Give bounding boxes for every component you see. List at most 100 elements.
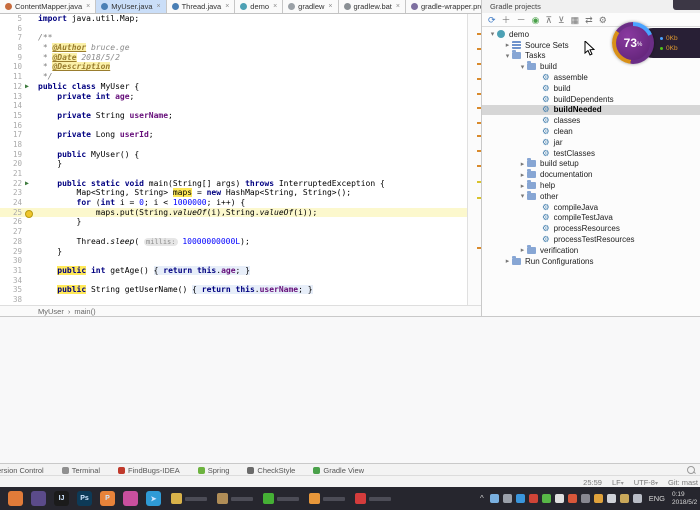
photoshop-icon[interactable]: Ps [77,491,92,506]
tree-row-processtestresources[interactable]: ⚙ processTestResources [482,234,700,245]
breadcrumb-method[interactable]: main() [74,307,95,316]
code-line[interactable]: 13 private int age; [0,92,467,102]
code-line[interactable]: 8 * @Author bruce.ge [0,43,467,53]
toolwindow-button-gradle-view[interactable]: Gradle View [313,466,364,475]
tree-row-help[interactable]: ▸ help [482,180,700,191]
code-line[interactable]: 14 [0,101,467,111]
tab-close-icon[interactable]: × [157,3,161,10]
tray-green-icon[interactable] [541,494,551,503]
code-line[interactable]: 31 public int getAge() { return this.age… [0,265,467,276]
run-gutter-icon[interactable]: ▶ [25,82,35,92]
tree-row-documentation[interactable]: ▸ documentation [482,169,700,180]
paint-app-icon[interactable] [123,491,138,506]
tree-chevron-icon[interactable]: ▾ [518,63,527,71]
toolwindow-button-checkstyle[interactable]: CheckStyle [247,466,295,475]
intellij-idea-icon[interactable]: IJ [54,491,69,506]
code-line[interactable]: 18 [0,140,467,150]
code-line[interactable]: 35 public String getUserName() { return … [0,285,467,295]
tree-row-buildneeded[interactable]: ⚙ buildNeeded [482,104,700,116]
tree-chevron-icon[interactable]: ▸ [518,171,527,179]
code-editor[interactable]: 5 import java.util.Map; 6 7/** 8 * @Author b… [0,14,467,305]
code-line[interactable]: 21 [0,169,467,179]
tree-row-jar[interactable]: ⚙ jar [482,137,700,148]
browser-app-icon[interactable] [31,491,46,506]
code-line[interactable]: 5 import java.util.Map; [0,14,467,24]
code-line[interactable]: 17 private Long userId; [0,130,467,140]
code-line[interactable]: 25 maps.put(String.valueOf(i),String.val… [0,207,467,218]
settings-icon[interactable]: ⚙ [599,14,607,26]
code-line[interactable]: 26 } [0,217,467,227]
code-line[interactable]: 28 Thread.sleep( millis: 10000000000L); [0,237,467,247]
telegram-icon[interactable]: ➤ [146,491,161,506]
tree-chevron-icon[interactable]: ▾ [503,52,512,60]
folder-window-button[interactable] [171,493,207,504]
tab-close-icon[interactable]: × [273,3,277,10]
code-line[interactable]: 6 [0,24,467,34]
code-line[interactable]: 10 * @Description [0,62,467,72]
toolwindow-button-terminal[interactable]: Terminal [61,466,100,475]
editor-tab[interactable]: ContentMapper.java × [0,0,97,13]
cursor-position[interactable]: 25:59 [583,478,602,487]
toolwindow-button-findbugs-idea[interactable]: FindBugs-IDEA [118,466,180,475]
tree-row-build[interactable]: ⚙ build [482,83,700,94]
red-app-window-button[interactable] [355,493,391,504]
tray-penguin-icon[interactable] [567,494,577,503]
tray-windows-icon[interactable] [515,494,525,503]
net-speed-widget[interactable]: 0Kb 0Kb 73% [612,22,700,64]
tree-chevron-icon[interactable]: ▾ [518,192,527,200]
tree-row-processresources[interactable]: ⚙ processResources [482,223,700,234]
orange-app-window-button[interactable] [309,493,345,504]
code-line[interactable]: 22 ▶ public static void main(String[] arg… [0,179,467,189]
tree-chevron-icon[interactable]: ▸ [518,182,527,190]
code-line[interactable]: 11 */ [0,72,467,82]
vcs-branch[interactable]: Git: mast [668,478,698,487]
code-line[interactable]: 38 [0,295,467,305]
toolwindow-button-ersion-control[interactable]: ersion Control [0,466,44,475]
module-icon[interactable]: ▦ [571,14,580,26]
breadcrumb-class[interactable]: MyUser [38,307,64,316]
code-line[interactable]: 12 ▶ public class MyUser { [0,82,467,92]
code-line[interactable]: 24 for (int i = 0; i < 1000000; i++) { [0,198,467,208]
expand-all-icon[interactable]: ⊻ [558,14,565,26]
editor-tab[interactable]: Thread.java × [166,0,236,13]
tree-row-compilejava[interactable]: ⚙ compileJava [482,202,700,213]
tree-row-builddependents[interactable]: ⚙ buildDependents [482,94,700,105]
app-window-button[interactable] [217,493,253,504]
colorful-app-icon[interactable] [8,491,23,506]
code-line[interactable]: 29 } [0,247,467,257]
tree-row-other[interactable]: ▾ other [482,190,700,202]
remove-icon[interactable]: － [517,14,526,26]
tree-chevron-icon[interactable]: ▾ [488,30,497,38]
tray-red-icon[interactable] [528,494,538,503]
tree-chevron-icon[interactable]: ▸ [503,257,512,265]
tree-row-classes[interactable]: ⚙ classes [482,115,700,126]
taskbar-clock[interactable]: 0:19 2018/5/2 [672,491,698,506]
tray-white-icon[interactable] [554,494,564,503]
language-indicator[interactable]: ENG [649,494,665,503]
percent-badge[interactable]: 73% [616,26,650,60]
code-line[interactable]: 16 [0,121,467,131]
code-line[interactable]: 27 [0,227,467,237]
tray-plane-icon[interactable] [489,494,499,503]
tab-close-icon[interactable]: × [328,3,332,10]
tray-folder-icon[interactable] [619,494,629,503]
tray-speaker-icon[interactable] [606,494,616,503]
detach-icon[interactable]: ⇄ [585,14,593,26]
code-line[interactable]: 34 [0,276,467,286]
tray-gray-icon[interactable] [580,494,590,503]
tray-keyboard-icon[interactable] [632,494,642,503]
tree-row-clean[interactable]: ⚙ clean [482,126,700,137]
collapse-all-icon[interactable]: ⊼ [545,14,552,26]
code-line[interactable]: 20 } [0,159,467,169]
tree-chevron-icon[interactable]: ▸ [503,41,512,49]
toolwindow-button-spring[interactable]: Spring [197,466,229,475]
run-gutter-icon[interactable]: ▶ [25,179,35,189]
search-icon[interactable] [687,465,696,475]
tree-row-run-configurations[interactable]: ▸ Run Configurations [482,255,700,267]
editor-error-stripe[interactable] [467,14,482,305]
wechat-window-button[interactable] [263,493,299,504]
tree-row-assemble[interactable]: ⚙ assemble [482,72,700,83]
tree-row-build-setup[interactable]: ▸ build setup [482,158,700,170]
tree-chevron-icon[interactable]: ▸ [518,160,527,168]
code-line[interactable]: 23 Map<String, String> maps = new HashMa… [0,188,467,198]
